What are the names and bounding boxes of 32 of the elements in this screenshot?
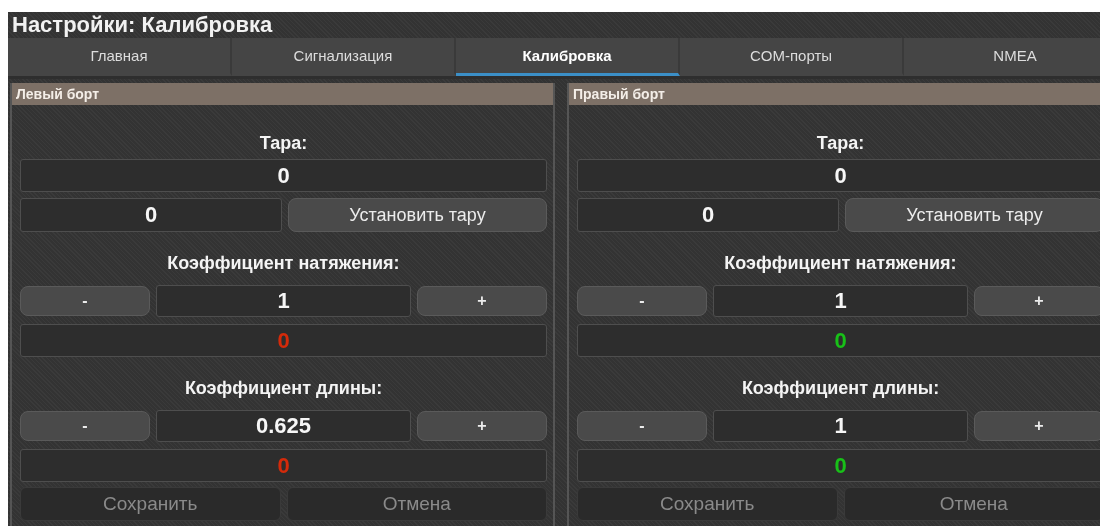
section-label: Коэффициент длины: (183, 377, 384, 400)
section-label: Коэффициент натяжения: (723, 252, 958, 275)
window-title: Настройки: Калибровка (12, 12, 273, 37)
section-label: Тара: (258, 132, 309, 155)
plus-button[interactable]: + (974, 411, 1100, 441)
input-field[interactable]: 0 (20, 198, 282, 232)
plus-button[interactable]: + (974, 286, 1100, 316)
plus-button[interactable]: + (417, 286, 547, 316)
reading-value: 0 (277, 453, 290, 478)
tab[interactable]: Калибровка (456, 38, 680, 76)
set-tare-button[interactable]: Установить тару (845, 198, 1100, 232)
panel-title: Левый борт (16, 86, 100, 102)
reading-value: 0 (277, 328, 290, 353)
minus-button[interactable]: - (20, 286, 150, 316)
value-display: 1 (713, 410, 968, 442)
reading-value: 0 (834, 453, 847, 478)
minus-button[interactable]: - (577, 286, 707, 316)
reading-value: 0 (834, 328, 847, 353)
section-label: Коэффициент длины: (740, 377, 941, 400)
panel-title: Правый борт (573, 86, 665, 102)
plus-button[interactable]: + (417, 411, 547, 441)
value-display: 0 (20, 159, 547, 192)
minus-button[interactable]: - (20, 411, 150, 441)
value-display: 0 (577, 159, 1100, 192)
input-field[interactable]: 0 (577, 198, 839, 232)
section-label: Коэффициент натяжения: (166, 252, 401, 275)
minus-button[interactable]: - (577, 411, 707, 441)
section-label: Тара: (815, 132, 866, 155)
set-tare-button[interactable]: Установить тару (288, 198, 547, 232)
value-display: 1 (713, 285, 968, 317)
value-display: 0.625 (156, 410, 411, 442)
value-display: 1 (156, 285, 411, 317)
